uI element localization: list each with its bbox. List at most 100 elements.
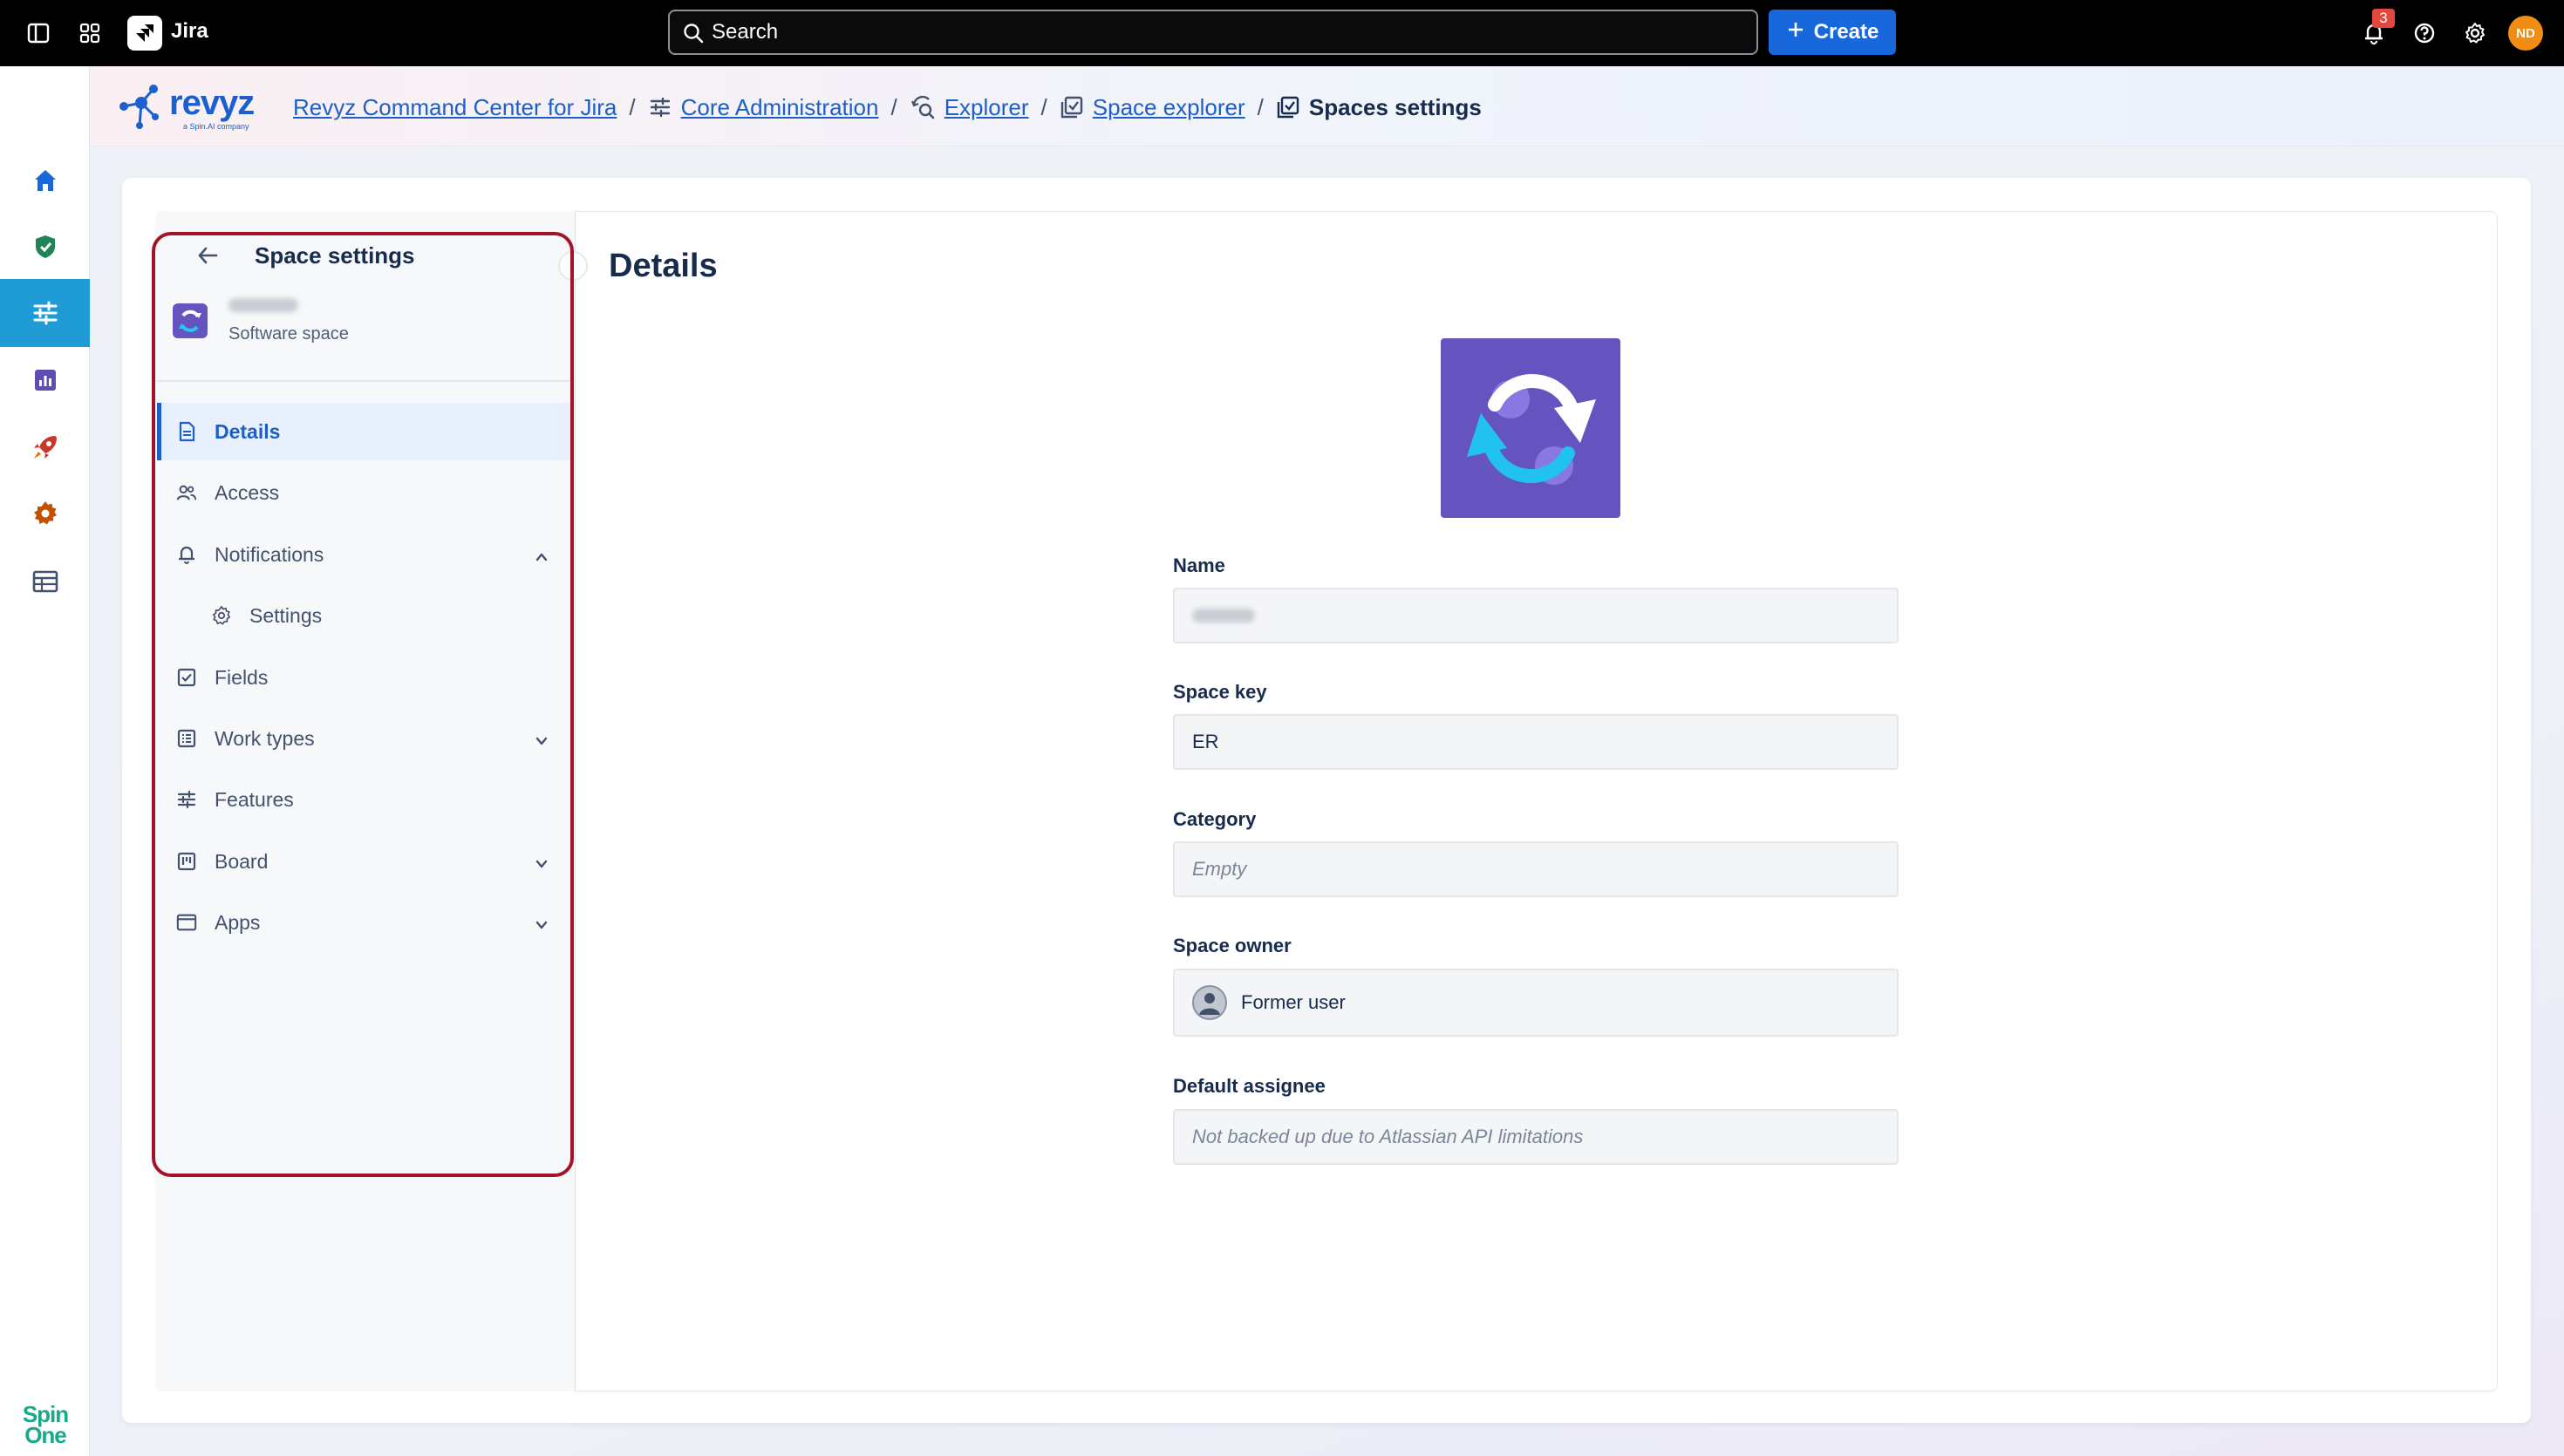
- sidebar-title: Space settings: [255, 242, 415, 269]
- spinone-logo: Spin One: [22, 1401, 69, 1448]
- checkbox-icon: [176, 667, 197, 688]
- revyz-logo-text: revyz: [169, 84, 255, 122]
- search-placeholder: Search: [712, 20, 779, 44]
- name-value-redacted: [1192, 609, 1255, 623]
- sidebar-item-label: Board: [215, 849, 269, 873]
- back-button[interactable]: [190, 241, 225, 270]
- default-assignee-field[interactable]: Not backed up due to Atlassian API limit…: [1173, 1109, 1899, 1165]
- name-field[interactable]: [1173, 588, 1899, 643]
- shield-check-icon: [35, 235, 55, 258]
- category-field[interactable]: Empty: [1173, 841, 1899, 897]
- breadcrumb-separator: /: [629, 93, 636, 120]
- gear-icon: [33, 501, 57, 525]
- search-icon: [682, 22, 705, 51]
- sidebar-item-label: Settings: [249, 603, 323, 627]
- revyz-logo[interactable]: revyz a Spin.AI company: [110, 80, 263, 133]
- explorer-icon: [910, 94, 936, 120]
- page-icon: [176, 421, 197, 442]
- breadcrumb-revyz-command-center[interactable]: Revyz Command Center for Jira: [293, 94, 617, 121]
- sidebar-item-fields[interactable]: Fields: [157, 649, 570, 706]
- search-input[interactable]: Search: [668, 10, 1758, 55]
- breadcrumb-core-administration[interactable]: Core Administration: [681, 94, 879, 121]
- sidebar-item-label: Access: [215, 480, 280, 504]
- rail-reports[interactable]: [0, 346, 90, 414]
- space-owner-field[interactable]: Former user: [1173, 969, 1899, 1037]
- bell-icon: [176, 544, 197, 565]
- breadcrumb-explorer[interactable]: Explorer: [944, 94, 1029, 121]
- create-label: Create: [1813, 20, 1879, 44]
- sidebar-item-label: Apps: [215, 910, 261, 934]
- jira-logo-icon[interactable]: [127, 16, 162, 51]
- sliders-icon: [648, 95, 672, 119]
- sidebar-item-label: Features: [215, 787, 294, 811]
- space-name-redacted: [228, 298, 298, 312]
- sidebar-item-notification-settings[interactable]: Settings: [157, 587, 570, 644]
- chevron-up-icon[interactable]: [534, 547, 549, 562]
- space-icon: [1276, 95, 1300, 119]
- sliders-icon: [33, 301, 57, 325]
- revyz-molecule-icon: [119, 85, 159, 129]
- space-key-field[interactable]: ER: [1173, 714, 1899, 770]
- table-icon: [32, 570, 58, 593]
- report-icon: [34, 370, 56, 391]
- sidebar-toggle-icon[interactable]: [21, 16, 56, 51]
- create-button[interactable]: Create: [1769, 10, 1896, 55]
- sidebar-item-details[interactable]: Details: [157, 403, 570, 460]
- chevron-down-icon[interactable]: [534, 731, 549, 746]
- space-owner-label: Space owner: [1173, 935, 1292, 956]
- breadcrumb-separator: /: [1040, 93, 1047, 120]
- notification-count-badge: 3: [2372, 9, 2395, 28]
- app-name[interactable]: Jira: [171, 19, 208, 44]
- sidebar-item-label: Notifications: [215, 542, 324, 566]
- category-label: Category: [1173, 808, 1257, 830]
- app-switcher-icon[interactable]: [72, 16, 107, 51]
- sidebar-item-features[interactable]: Features: [157, 771, 570, 828]
- sidebar-collapse-button[interactable]: [558, 251, 588, 281]
- window-icon: [176, 912, 197, 933]
- breadcrumb: Revyz Command Center for Jira / Core Adm…: [293, 92, 1482, 122]
- rail-settings[interactable]: [0, 480, 90, 548]
- sidebar-item-notifications[interactable]: Notifications: [157, 526, 570, 583]
- breadcrumb-separator: /: [1257, 93, 1264, 120]
- app-left-rail: Spin One: [0, 66, 90, 1456]
- sidebar-divider: [157, 380, 570, 382]
- plus-icon: [1786, 20, 1805, 45]
- help-icon[interactable]: [2407, 16, 2442, 51]
- page-title: Details: [609, 248, 718, 284]
- settings-gear-icon[interactable]: [2458, 16, 2492, 51]
- arrow-left-icon: [198, 247, 218, 264]
- sync-icon: [1467, 374, 1596, 485]
- default-assignee-label: Default assignee: [1173, 1075, 1326, 1097]
- app-header: revyz a Spin.AI company Revyz Command Ce…: [0, 66, 2564, 146]
- list-icon: [176, 728, 197, 749]
- sidebar-item-label: Fields: [215, 665, 269, 689]
- chevron-down-icon[interactable]: [534, 915, 549, 930]
- user-avatar[interactable]: ND: [2508, 16, 2543, 51]
- board-icon: [176, 851, 197, 872]
- breadcrumb-space-explorer[interactable]: Space explorer: [1093, 94, 1245, 121]
- rail-migration[interactable]: [0, 413, 90, 481]
- home-icon: [34, 170, 56, 191]
- space-key-label: Space key: [1173, 681, 1267, 703]
- rail-core-administration[interactable]: [0, 279, 90, 347]
- sidebar-item-access[interactable]: Access: [157, 464, 570, 521]
- space-icon: [1060, 95, 1084, 119]
- former-user-avatar-icon: [1192, 985, 1227, 1020]
- space-logo: [1441, 338, 1620, 518]
- sync-icon: [179, 310, 201, 332]
- people-icon: [176, 482, 197, 503]
- rail-data-table[interactable]: [0, 548, 90, 616]
- sidebar-item-board[interactable]: Board: [157, 833, 570, 890]
- breadcrumb-current-spaces-settings: Spaces settings: [1308, 93, 1482, 120]
- rail-home[interactable]: [0, 146, 90, 214]
- breadcrumb-separator: /: [890, 93, 897, 120]
- space-type-label: Software space: [228, 324, 349, 344]
- chevron-down-icon[interactable]: [534, 854, 549, 869]
- sidebar-item-work-types[interactable]: Work types: [157, 710, 570, 767]
- sidebar-item-apps[interactable]: Apps: [157, 894, 570, 951]
- rail-protection[interactable]: [0, 213, 90, 281]
- space-owner-value: Former user: [1241, 991, 1346, 1013]
- space-avatar: [173, 303, 208, 338]
- name-label: Name: [1173, 555, 1225, 576]
- gear-icon: [211, 605, 232, 626]
